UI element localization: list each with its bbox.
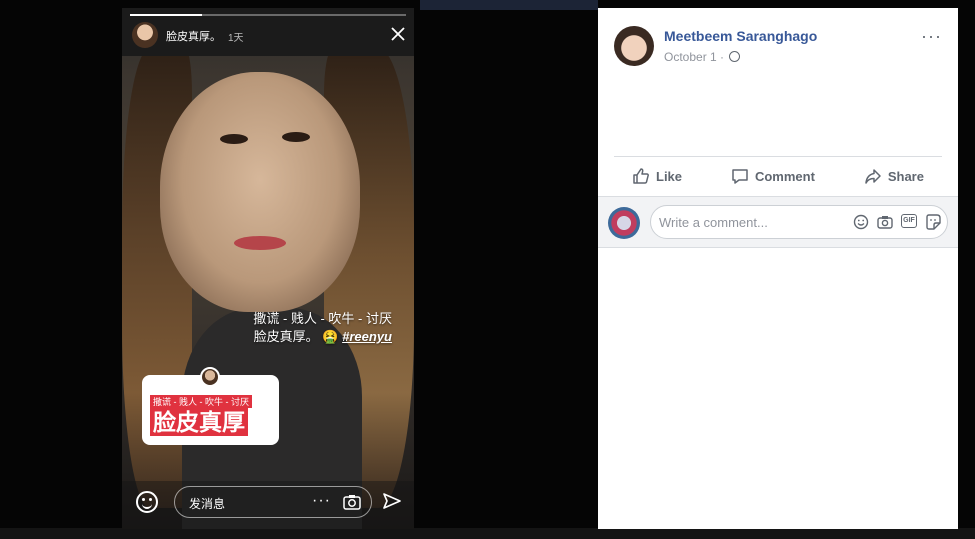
comment-tools: GIF <box>853 214 941 230</box>
gif-icon[interactable]: GIF <box>901 214 917 228</box>
nauseated-emoji-icon: 🤮 <box>322 329 339 344</box>
sticker-avatar <box>200 367 220 387</box>
story-caption-line2: 脸皮真厚。 🤮 #reenyu <box>253 328 392 346</box>
sticker-icon[interactable] <box>925 214 941 230</box>
camera-icon[interactable] <box>877 214 893 230</box>
close-icon[interactable] <box>390 26 406 42</box>
more-options-icon[interactable]: ··· <box>312 492 331 510</box>
emoji-icon[interactable] <box>136 491 158 513</box>
story-message-input[interactable]: 发消息 ··· <box>174 486 372 518</box>
sticker-big-text: 脸皮真厚 <box>150 408 248 436</box>
send-icon[interactable] <box>382 491 402 511</box>
share-button[interactable]: Share <box>846 160 942 192</box>
post-panel: Meetbeem Saranghago October 1 · ··· Like… <box>598 8 958 529</box>
story-caption-line1: 撒谎 - 贱人 - 吹牛 - 讨厌 <box>253 311 392 326</box>
camera-icon[interactable] <box>343 494 361 510</box>
comment-placeholder: Write a comment... <box>659 215 768 230</box>
comment-composer: Write a comment... GIF <box>598 196 958 248</box>
story-user-name[interactable]: 脸皮真厚。 <box>166 28 221 44</box>
post-date[interactable]: October 1 · <box>664 50 724 64</box>
share-icon <box>865 169 881 184</box>
comment-button[interactable]: Comment <box>713 160 833 192</box>
post-more-options-icon[interactable]: ··· <box>921 26 942 47</box>
story-viewer[interactable]: 脸皮真厚。 1天 撒谎 - 贱人 - 吹牛 - 讨厌 脸皮真厚。 🤮 #reen… <box>122 8 414 529</box>
current-user-avatar[interactable] <box>608 207 640 239</box>
thumbs-up-icon <box>633 168 649 184</box>
comment-icon <box>732 169 748 184</box>
story-hashtag-link[interactable]: #reenyu <box>342 329 392 344</box>
story-progress-fill <box>130 14 202 16</box>
background-bottom <box>0 528 975 539</box>
author-avatar[interactable] <box>614 26 654 66</box>
background-strip <box>420 0 598 10</box>
story-sticker[interactable]: 撒谎 - 贱人 - 吹牛 - 讨厌 脸皮真厚 <box>142 367 279 445</box>
story-reply-bar: 发消息 ··· <box>122 481 414 529</box>
story-image-eye-left <box>220 134 248 144</box>
like-button[interactable]: Like <box>614 160 700 192</box>
comment-input[interactable]: Write a comment... GIF <box>650 205 948 239</box>
story-image-lips <box>234 236 286 250</box>
sticker-small-text: 撒谎 - 贱人 - 吹牛 - 讨厌 <box>150 395 252 408</box>
post-action-bar: Like Comment Share <box>614 160 942 192</box>
story-header: 脸皮真厚。 1天 <box>122 8 414 56</box>
globe-icon <box>729 51 741 62</box>
story-caption-text: 脸皮真厚。 <box>253 329 319 344</box>
story-time-ago: 1天 <box>228 33 244 44</box>
post-meta: October 1 · <box>664 50 741 64</box>
comment-label: Comment <box>754 168 815 184</box>
author-name-link[interactable]: Meetbeem Saranghago <box>664 28 817 44</box>
emoji-icon[interactable] <box>853 214 869 230</box>
story-message-placeholder: 发消息 <box>189 497 226 511</box>
like-label: Like <box>656 168 683 184</box>
story-avatar[interactable] <box>132 22 158 48</box>
share-label: Share <box>887 168 924 184</box>
story-caption: 撒谎 - 贱人 - 吹牛 - 讨厌 脸皮真厚。 🤮 #reenyu <box>253 310 392 346</box>
story-image-face <box>160 72 360 312</box>
story-progress-bar <box>130 14 406 16</box>
viewer-stage: 脸皮真厚。 1天 撒谎 - 贱人 - 吹牛 - 讨厌 脸皮真厚。 🤮 #reen… <box>0 0 975 539</box>
divider <box>614 156 942 157</box>
story-image-eye-right <box>282 132 310 142</box>
